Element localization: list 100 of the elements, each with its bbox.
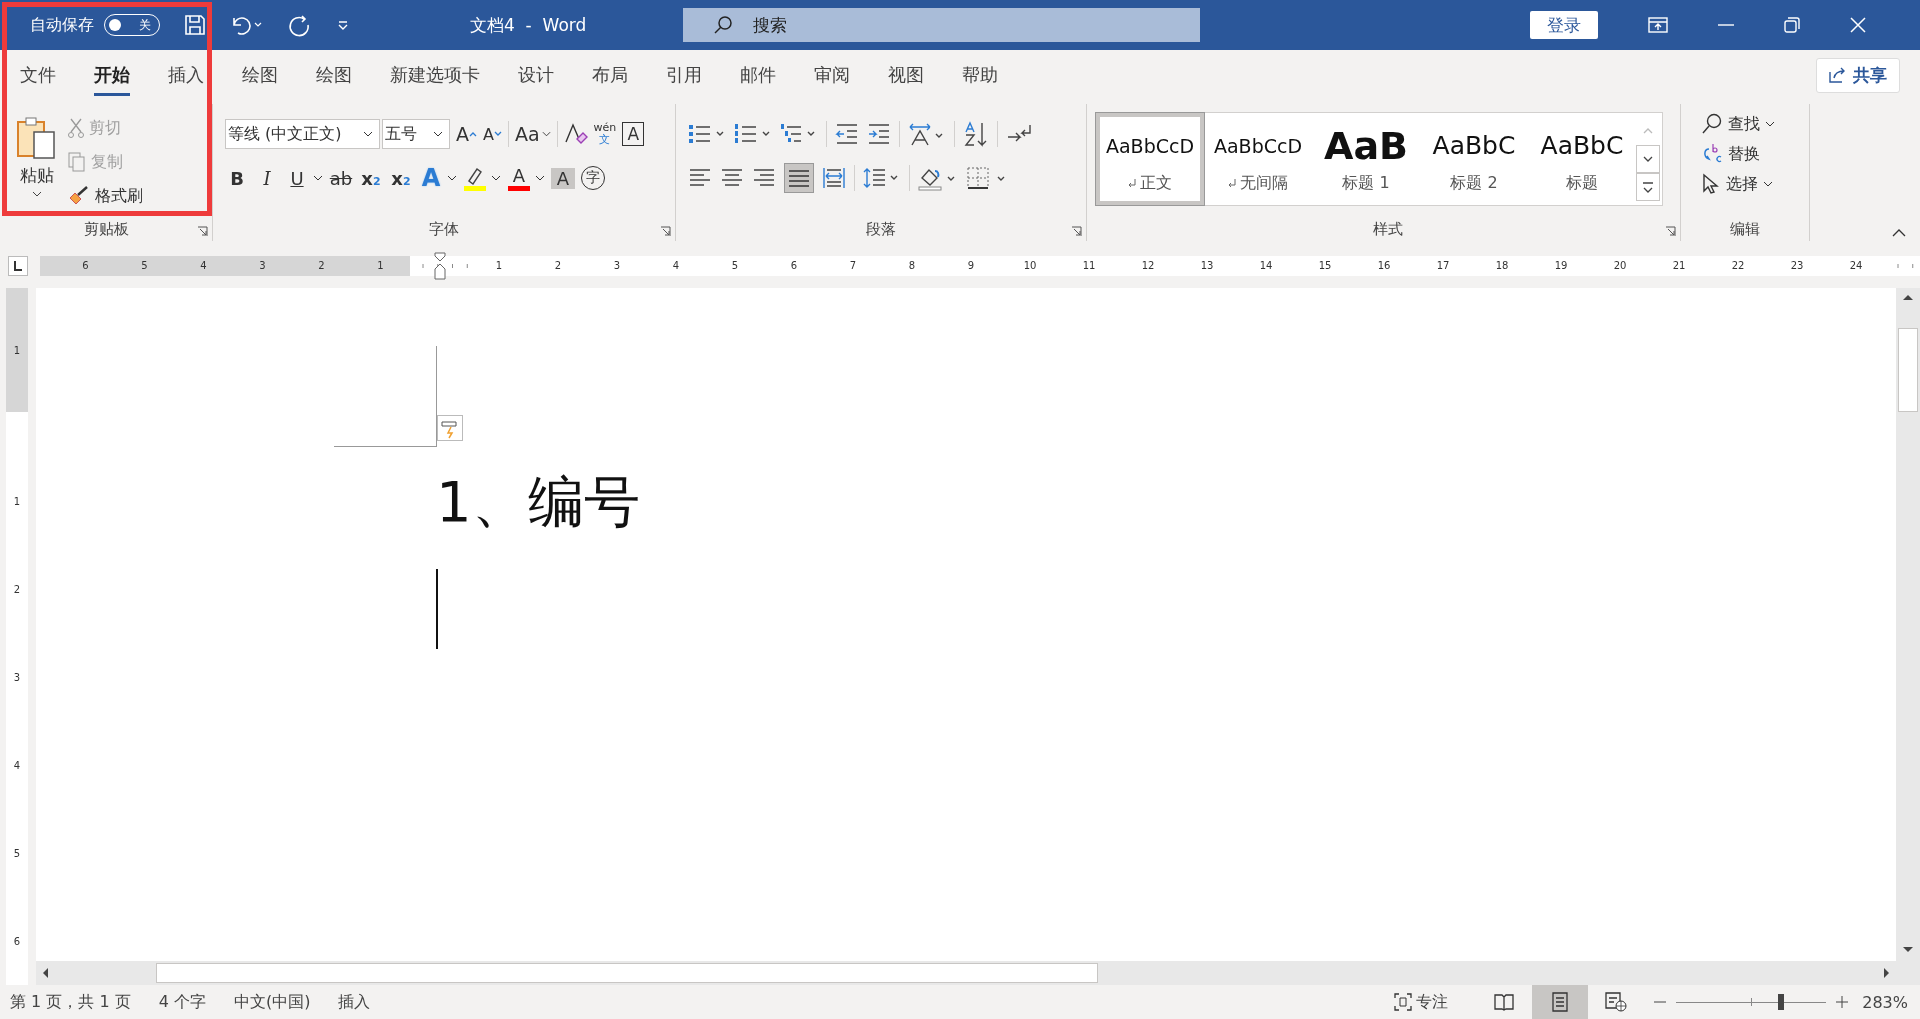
search-field[interactable]: 搜索 <box>683 8 1200 42</box>
save-icon[interactable] <box>184 14 206 36</box>
ribbon-tab[interactable]: 布局 <box>592 54 628 96</box>
ribbon-display-icon[interactable] <box>1648 16 1668 34</box>
undo-icon[interactable] <box>230 14 264 36</box>
paintbrush-icon <box>68 186 90 206</box>
numbered-list-icon[interactable] <box>734 123 772 145</box>
word-count[interactable]: 4 个字 <box>158 991 206 1013</box>
indent-marker-icon[interactable] <box>434 252 446 280</box>
style-item[interactable]: AaB 标题 1 <box>1312 113 1420 205</box>
dialog-launcher-icon[interactable] <box>1665 226 1676 237</box>
replace-button[interactable]: 替换 <box>1701 140 1809 168</box>
zoom-in-button[interactable] <box>1836 996 1849 1008</box>
ruler-number: 5 <box>13 846 21 861</box>
page-count[interactable]: 第 1 页，共 1 页 <box>10 991 131 1013</box>
ribbon-tab[interactable]: 文件 <box>20 54 56 96</box>
group-label: 段落 <box>866 219 896 239</box>
focus-button[interactable]: 专注 <box>1394 991 1449 1013</box>
sort-icon[interactable] <box>963 121 989 147</box>
decrease-indent-icon[interactable] <box>835 123 859 145</box>
ribbon-tab[interactable]: 绘图 <box>316 54 352 96</box>
group-label: 样式 <box>1372 219 1403 239</box>
font-name-dropdown[interactable]: 等线 (中文正文) <box>225 119 380 149</box>
scroll-thumb[interactable] <box>1898 328 1918 412</box>
align-right-icon[interactable] <box>752 168 776 188</box>
font-size-dropdown[interactable]: 五号 <box>382 119 450 149</box>
restore-icon[interactable] <box>1784 17 1800 33</box>
ribbon-tab[interactable]: 引用 <box>666 54 702 96</box>
horizontal-scrollbar[interactable] <box>36 961 1896 985</box>
clipboard-icon <box>16 116 58 160</box>
character-shading-button[interactable]: A <box>551 167 575 189</box>
clear-formatting-icon[interactable] <box>563 122 588 146</box>
increase-indent-icon[interactable] <box>867 123 891 145</box>
language-indicator[interactable]: 中文(中国) <box>233 991 311 1013</box>
ruler-number: 4 <box>13 758 21 773</box>
underline-button[interactable]: U <box>285 167 309 189</box>
font-color-button[interactable]: A <box>507 165 531 191</box>
bullet-list-icon[interactable] <box>688 123 726 145</box>
more-styles-icon[interactable] <box>1636 173 1660 201</box>
web-page-icon <box>1605 992 1628 1012</box>
cursor-arrow-icon <box>1701 173 1721 195</box>
dialog-launcher-icon[interactable] <box>660 226 671 237</box>
ribbon-tab[interactable]: 视图 <box>888 54 924 96</box>
shrink-font-button[interactable]: A <box>483 124 502 144</box>
justify-icon[interactable] <box>784 163 814 193</box>
share-icon <box>1829 67 1847 83</box>
format-painter-button[interactable]: 格式刷 <box>68 182 143 210</box>
change-case-button[interactable]: Aa <box>514 123 551 145</box>
ribbon-tab[interactable]: 邮件 <box>740 54 776 96</box>
dialog-launcher-icon[interactable] <box>197 226 208 237</box>
document-heading: 1、编号 <box>436 468 641 536</box>
ribbon-tab[interactable]: 新建选项卡 <box>390 54 480 96</box>
caret-icon <box>1763 181 1773 187</box>
style-item[interactable]: AaBbCcD 正文 <box>1096 113 1204 205</box>
dialog-launcher-icon[interactable] <box>1071 226 1082 237</box>
ruler-number: 6 <box>13 934 21 949</box>
find-button[interactable]: 查找 <box>1701 110 1809 138</box>
strikethrough-button[interactable]: ab <box>329 167 353 189</box>
ruler-number: 3 <box>13 670 21 685</box>
paste-button[interactable]: 粘贴 <box>16 110 58 217</box>
highlighter-icon[interactable] <box>463 165 487 191</box>
view-button[interactable] <box>1532 985 1589 1019</box>
ribbon-tab[interactable]: 审阅 <box>814 54 850 96</box>
login-button[interactable]: 登录 <box>1530 11 1598 39</box>
ribbon-tab[interactable]: 帮助 <box>962 54 998 96</box>
text-effects-button[interactable]: A <box>419 164 443 192</box>
bold-button[interactable]: B <box>225 167 249 189</box>
redo-icon[interactable] <box>288 13 312 37</box>
ribbon-tab[interactable]: 绘图 <box>242 54 278 96</box>
book-icon <box>1494 993 1515 1011</box>
style-item[interactable]: AaBbC 标题 2 <box>1420 113 1528 205</box>
caret-icon[interactable] <box>447 175 457 181</box>
collapse-ribbon-icon[interactable] <box>1892 229 1906 237</box>
select-button[interactable]: 选择 <box>1701 170 1809 198</box>
group-label: 编辑 <box>1730 219 1760 239</box>
ribbon-tab[interactable]: 插入 <box>168 54 204 96</box>
autosave-label: 自动保存 <box>30 14 94 36</box>
align-left-icon[interactable] <box>688 168 712 188</box>
input-mode[interactable]: 插入 <box>338 991 371 1013</box>
phonetic-guide-button[interactable]: wén 文 <box>593 122 617 146</box>
ribbon-tab[interactable]: 开始 <box>94 54 130 96</box>
tab-selector-icon[interactable] <box>8 256 28 276</box>
close-icon[interactable] <box>1850 17 1866 33</box>
grow-font-button[interactable]: A <box>456 123 477 145</box>
share-button[interactable]: 共享 <box>1816 57 1900 93</box>
vertical-scrollbar[interactable] <box>1896 288 1920 985</box>
caret-icon <box>541 131 551 137</box>
caret-icon[interactable] <box>313 175 323 181</box>
caret-icon[interactable] <box>491 175 501 181</box>
caret-icon[interactable] <box>535 175 545 181</box>
scroll-thumb[interactable] <box>156 963 1098 983</box>
customize-icon[interactable] <box>336 18 350 32</box>
align-center-icon[interactable] <box>720 168 744 188</box>
zoom-level[interactable]: 283% <box>1862 992 1908 1012</box>
ribbon-tab[interactable]: 设计 <box>518 54 554 96</box>
distributed-icon[interactable] <box>822 167 846 189</box>
character-border-button[interactable]: A <box>622 122 645 146</box>
style-item[interactable]: AaBbC 标题 <box>1528 113 1636 205</box>
style-item[interactable]: AaBbCcD 无间隔 <box>1204 113 1312 205</box>
italic-button[interactable]: I <box>255 167 279 189</box>
